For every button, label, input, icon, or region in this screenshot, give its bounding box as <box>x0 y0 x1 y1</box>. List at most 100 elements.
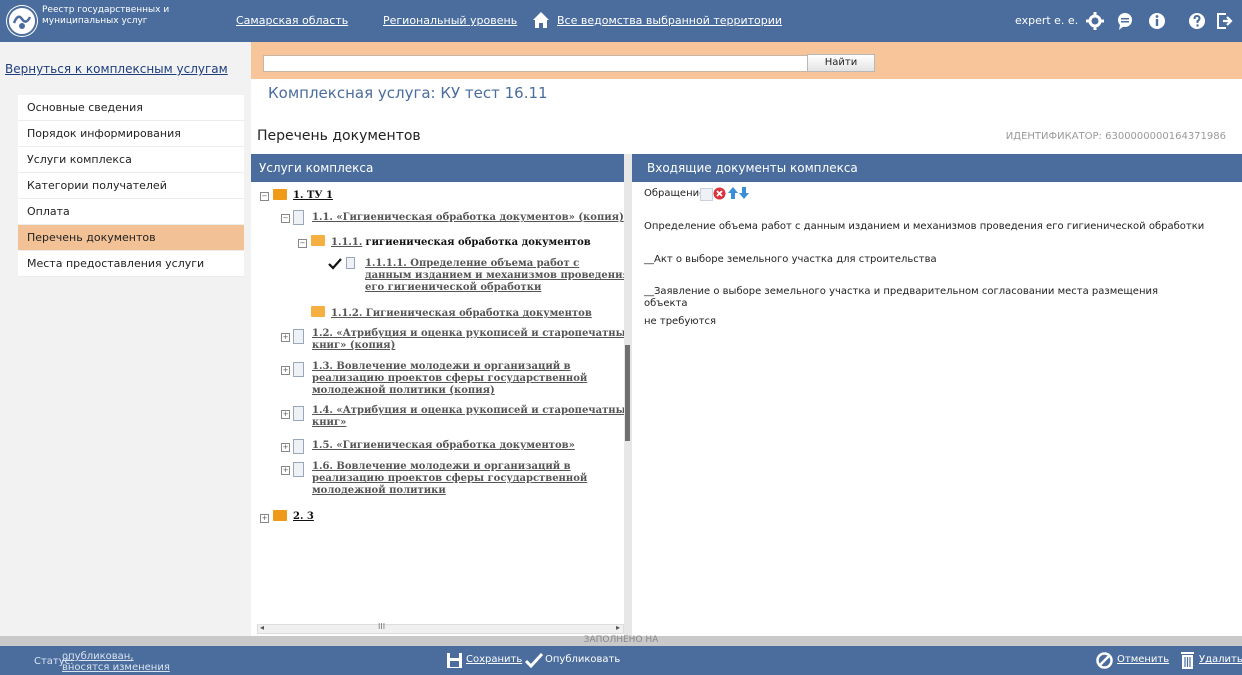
brand-line-1: Реестр государственных и <box>42 5 170 15</box>
document-item: __Акт о выборе земельного участка для ст… <box>644 254 937 265</box>
search-input[interactable] <box>263 55 811 72</box>
tree-node-label[interactable]: 1.1.2. Гигиеническая обработка документо… <box>331 308 592 319</box>
appeal-label: Обращение <box>644 188 706 199</box>
tree-node-1-1-2[interactable]: 1.1.2. Гигиеническая обработка документо… <box>331 308 592 320</box>
collapse-toggle[interactable]: − <box>281 214 290 223</box>
cancel-icon[interactable] <box>1096 652 1113 669</box>
check-icon[interactable] <box>525 653 543 668</box>
find-button[interactable]: Найти <box>807 54 875 72</box>
tree-node-label[interactable]: 1.1. «Гигиеническая обработка документов… <box>312 212 624 223</box>
expand-toggle[interactable]: + <box>281 333 290 342</box>
folder-open-icon <box>311 235 325 246</box>
expand-toggle[interactable]: + <box>281 466 290 475</box>
nav-agencies-link[interactable]: Все ведомства выбранной территории <box>557 14 782 27</box>
tree-node-label-line[interactable]: 1.6. Вовлечение молодежи и организаций в <box>312 461 587 473</box>
folder-icon <box>273 510 287 521</box>
arrow-down-icon[interactable] <box>739 187 749 199</box>
status-value[interactable]: опубликован, вносятся изменения <box>62 651 182 673</box>
tree-node-1-1[interactable]: 1.1. «Гигиеническая обработка документов… <box>312 212 624 224</box>
tree-node-label-line[interactable]: данным изданием и механизмов проведения <box>365 270 630 282</box>
service-icon <box>293 329 304 344</box>
splitter-handle[interactable] <box>625 345 630 441</box>
sidebar-item-locations[interactable]: Места предоставления услуги <box>18 251 244 277</box>
save-icon[interactable] <box>446 652 463 669</box>
expand-toggle[interactable]: + <box>281 366 290 375</box>
services-panel-header: Услуги комплекса <box>251 154 624 182</box>
delete-icon[interactable] <box>713 187 726 200</box>
back-link[interactable]: Вернуться к комплексным услугам <box>5 62 228 76</box>
tree-node-label-line[interactable]: реализацию проектов сферы государственно… <box>312 373 587 385</box>
tree-node-1-5[interactable]: 1.5. «Гигиеническая обработка документов… <box>312 440 575 452</box>
tree-node-2[interactable]: 2. 3 <box>293 511 314 523</box>
scroll-left-arrow[interactable]: ◂ <box>260 623 264 632</box>
document-item: Определение объема работ с данным издани… <box>644 221 1205 232</box>
tree-node-label-line[interactable]: 1.4. «Атрибуция и оценка рукописей и ста… <box>312 405 632 417</box>
tree-node-label-line[interactable]: 1.2. «Атрибуция и оценка рукописей и ста… <box>312 328 632 340</box>
sidebar-item-informing[interactable]: Порядок информирования <box>18 121 244 147</box>
sidebar-item-recipients[interactable]: Категории получателей <box>18 173 244 199</box>
arrow-up-icon[interactable] <box>728 187 738 199</box>
tree-node-label-line[interactable]: его гигиенической обработки <box>365 282 630 294</box>
tree-node-label-line[interactable]: книг» (копия) <box>312 340 632 352</box>
tree-node-1[interactable]: 1. ТУ 1 <box>293 190 333 202</box>
tree-node-label-line[interactable]: 1.1.1.1. Определение объема работ с <box>365 258 630 270</box>
tree-node-1-1-1[interactable]: 1.1.1. гигиеническая обработка документо… <box>331 237 591 249</box>
filled-by-label: ЗАПОЛНЕНО НА <box>583 635 659 645</box>
info-icon[interactable] <box>1148 12 1166 30</box>
service-icon <box>293 210 304 225</box>
expand-toggle[interactable]: + <box>260 514 269 523</box>
list-icon[interactable] <box>700 188 713 201</box>
tree-node-label-line[interactable]: молодежной политики (копия) <box>312 385 587 397</box>
cancel-button[interactable]: Отменить <box>1117 654 1169 665</box>
save-button[interactable]: Сохранить <box>466 654 522 665</box>
tree-node-1-3[interactable]: 1.3. Вовлечение молодежи и организаций в… <box>312 361 587 397</box>
tree-node-label[interactable]: 1. ТУ 1 <box>293 190 333 201</box>
tree-node-label[interactable]: 2. 3 <box>293 511 314 522</box>
tree-node-label-line[interactable]: молодежной политики <box>312 485 587 497</box>
user-name[interactable]: expert e. e. <box>1015 14 1078 27</box>
sidebar-item-basic-info[interactable]: Основные сведения <box>18 95 244 121</box>
collapse-toggle[interactable]: − <box>260 192 269 201</box>
service-title: Комплексная услуга: КУ тест 16.11 <box>268 84 548 102</box>
expand-toggle[interactable]: + <box>281 410 290 419</box>
home-icon[interactable] <box>532 11 550 29</box>
scroll-right-arrow[interactable]: ▸ <box>616 623 620 632</box>
tree-node-1-2[interactable]: 1.2. «Атрибуция и оценка рукописей и ста… <box>312 328 632 352</box>
brand-line-2: муниципальных услуг <box>42 16 148 26</box>
left-panel: Вернуться к комплексным услугам Основные… <box>0 42 251 636</box>
sidebar-item-documents[interactable]: Перечень документов <box>18 225 244 251</box>
publish-button[interactable]: Опубликовать <box>545 654 620 665</box>
nav-region-link[interactable]: Самарская область <box>236 14 348 27</box>
tree-node-1-6[interactable]: 1.6. Вовлечение молодежи и организаций в… <box>312 461 587 497</box>
tree-node-1-4[interactable]: 1.4. «Атрибуция и оценка рукописей и ста… <box>312 405 632 429</box>
delete-button[interactable]: Удалить <box>1199 654 1242 665</box>
tree-node-label-line[interactable]: книг» <box>312 417 632 429</box>
logo[interactable] <box>6 5 38 37</box>
tree-node-label-line[interactable]: 1.3. Вовлечение молодежи и организаций в <box>312 361 587 373</box>
logout-icon[interactable] <box>1216 12 1234 30</box>
tree-node-label-line[interactable]: реализацию проектов сферы государственно… <box>312 473 587 485</box>
horizontal-scrollbar[interactable]: ◂ III ▸ <box>257 622 624 634</box>
collapse-toggle[interactable]: − <box>298 239 307 248</box>
expand-toggle[interactable]: + <box>281 443 290 452</box>
document-item: __Заявление о выборе земельного участка … <box>644 286 1158 310</box>
folder-open-icon <box>311 306 325 317</box>
settings-icon[interactable] <box>1086 12 1104 30</box>
sidebar-item-services[interactable]: Услуги комплекса <box>18 147 244 173</box>
service-icon <box>293 362 304 377</box>
document-item: не требуются <box>644 316 717 327</box>
tree-node-label[interactable]: гигиеническая обработка документов <box>366 237 591 248</box>
tree-node-label[interactable]: 1.5. «Гигиеническая обработка документов… <box>312 440 575 451</box>
service-icon <box>293 406 304 421</box>
help-icon[interactable] <box>1188 12 1206 30</box>
service-icon <box>293 439 304 454</box>
chat-icon[interactable] <box>1116 12 1134 30</box>
sidebar-item-payment[interactable]: Оплата <box>18 199 244 225</box>
tree-node-number[interactable]: 1.1.1. <box>331 237 362 248</box>
nav-level-link[interactable]: Региональный уровень <box>383 14 517 27</box>
scroll-thumb-grip[interactable]: III <box>378 622 385 631</box>
trash-icon[interactable] <box>1180 651 1195 669</box>
folder-icon <box>273 189 287 200</box>
bottom-bar: Статус: опубликован, вносятся изменения … <box>0 646 1242 675</box>
tree-node-1-1-1-1[interactable]: 1.1.1.1. Определение объема работ с данн… <box>365 258 630 294</box>
